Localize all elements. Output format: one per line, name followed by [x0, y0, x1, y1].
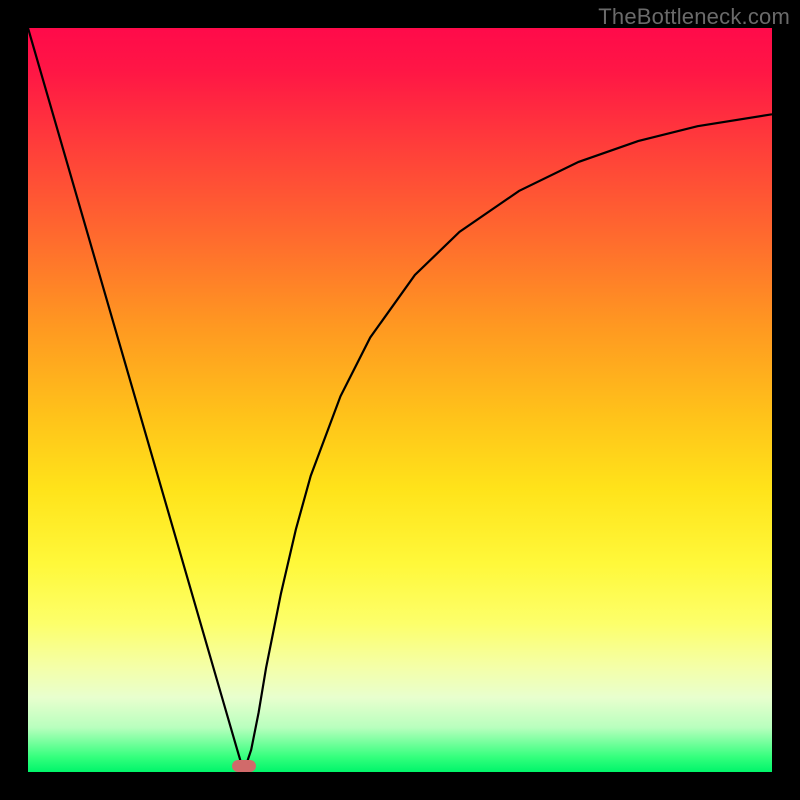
plot-area — [28, 28, 772, 772]
optimal-point-marker — [232, 760, 256, 772]
chart-frame: TheBottleneck.com — [0, 0, 800, 800]
attribution-watermark: TheBottleneck.com — [598, 4, 790, 30]
bottleneck-curve — [28, 28, 772, 772]
